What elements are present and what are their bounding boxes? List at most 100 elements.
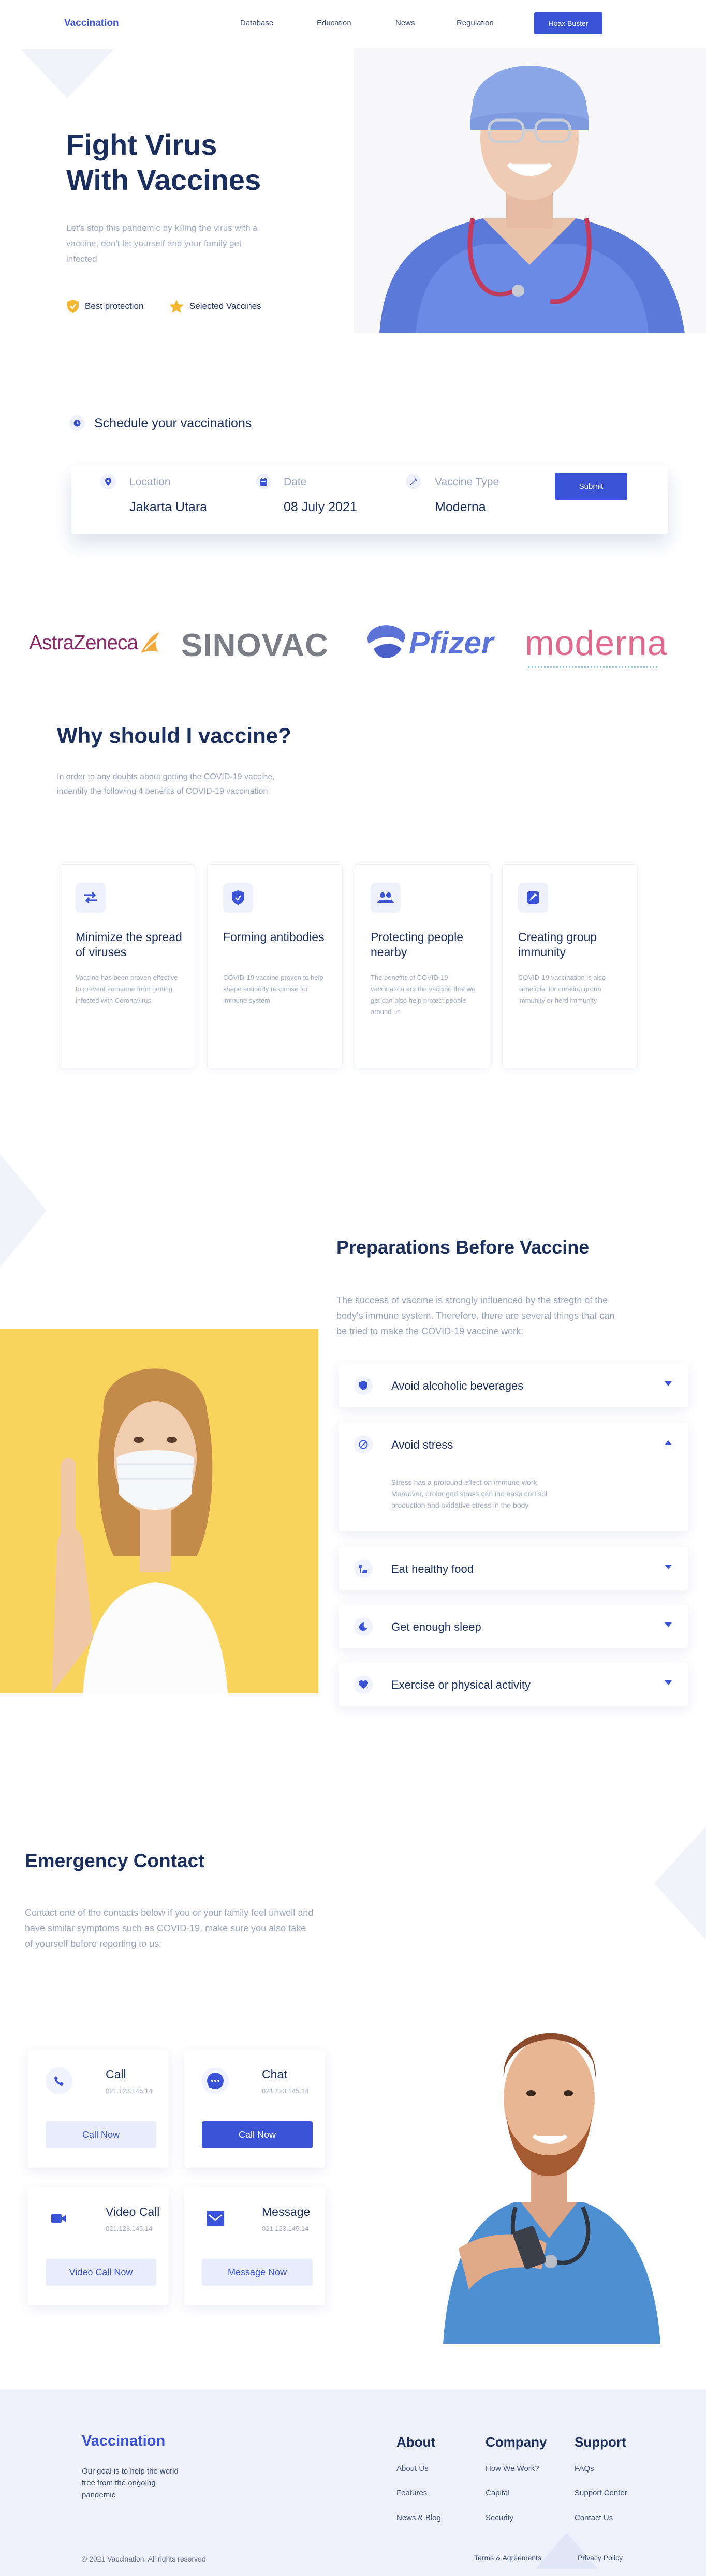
chevron-down-icon[interactable] [665, 1680, 672, 1685]
footer-copyright: © 2021 Vaccination. All rights reserved [82, 2555, 206, 2563]
shield-check-icon [67, 300, 79, 313]
footer-heading-about: About [396, 2434, 436, 2450]
contact-name: Call [106, 2067, 126, 2081]
footer-brand[interactable]: Vaccination [82, 2433, 165, 2450]
chevron-down-icon[interactable] [665, 1622, 672, 1627]
footer-link-how-we-work[interactable]: How We Work? [486, 2464, 539, 2473]
location-label: Location [129, 476, 171, 488]
hero-doctor-image [354, 48, 706, 333]
accordion-label: Avoid alcoholic beverages [391, 1379, 524, 1392]
contact-card-chat: Chat 021.123.145.14 Call Now [184, 2050, 325, 2168]
accordion-food[interactable]: Eat healthy food [339, 1547, 688, 1590]
accordion-detail: Stress has a profound effect on immune w… [391, 1478, 548, 1509]
star-icon [169, 300, 184, 313]
footer-link-contact-us[interactable]: Contact Us [575, 2513, 613, 2522]
benefit-title: Protecting people nearby [371, 930, 464, 959]
footer-heading-support: Support [575, 2434, 626, 2450]
people-icon [377, 892, 394, 903]
schedule-heading: Schedule your vaccinations [94, 415, 252, 430]
footer-link-capital[interactable]: Capital [486, 2489, 510, 2497]
contact-name: Message [262, 2205, 311, 2218]
accordion-label: Exercise or physical activity [391, 1678, 531, 1691]
decor-triangle [536, 2533, 598, 2569]
accordion-icon-wrap [354, 1675, 373, 1694]
doctor-illustration [354, 48, 706, 333]
contact-card-video: Video Call 021.123.145.14 Video Call Now [28, 2187, 169, 2305]
nav-database[interactable]: Database [240, 19, 273, 27]
accordion-stress[interactable]: Avoid stress Stress has a profound effec… [339, 1423, 688, 1531]
benefit-description: COVID-19 vaccine proven to help shape an… [223, 974, 323, 1004]
hero-title-line2: With Vaccines [66, 163, 261, 196]
chat-call-now-button[interactable]: Call Now [202, 2121, 313, 2148]
badge-best-protection: Best protection [66, 299, 143, 314]
accordion-icon-wrap [354, 1559, 373, 1578]
heart-icon [359, 1680, 368, 1689]
badge-label: Selected Vaccines [189, 301, 261, 311]
date-field[interactable]: Date 08 July 2021 [256, 474, 395, 526]
brand-logo[interactable]: Vaccination [64, 18, 119, 29]
hoax-buster-button[interactable]: Hoax Buster [534, 12, 602, 34]
footer-link-security[interactable]: Security [486, 2513, 513, 2522]
sinovac-logo-text: SINOVAC [181, 628, 329, 663]
vaccine-type-field[interactable]: Vaccine Type Moderna [406, 474, 556, 526]
location-pin-icon [105, 478, 111, 486]
benefit-title: Forming antibodies [223, 930, 325, 944]
contact-number: 021.123.145.14 [262, 2087, 309, 2095]
footer-heading-company: Company [486, 2434, 547, 2450]
nav-news[interactable]: News [395, 19, 415, 27]
message-now-button[interactable]: Message Now [202, 2259, 313, 2286]
benefit-description: The benefits of COVID-19 vaccination are… [371, 974, 476, 1016]
accordion-label: Avoid stress [391, 1438, 453, 1451]
partner-moderna: moderna [525, 623, 667, 668]
footer-link-news-blog[interactable]: News & Blog [396, 2513, 441, 2522]
schedule-form-card: Location Jakarta Utara Date 08 July 2021… [71, 466, 668, 534]
footer-link-privacy[interactable]: Privacy Policy [578, 2554, 623, 2562]
no-sign-icon [359, 1440, 368, 1449]
astrazeneca-swirl-icon [141, 632, 160, 653]
footer-link-features[interactable]: Features [396, 2489, 427, 2497]
hero-description: Let's stop this pandemic by killing the … [66, 223, 258, 264]
footer-link-terms[interactable]: Terms & Agreements [474, 2554, 541, 2562]
doctor-illustration [443, 2033, 660, 2344]
benefit-title: Minimize the spread of viruses [76, 930, 182, 959]
moon-icon [359, 1622, 367, 1631]
accordion-sleep[interactable]: Get enough sleep [339, 1605, 688, 1648]
submit-button[interactable]: Submit [555, 473, 627, 500]
contact-number: 021.123.145.14 [262, 2225, 309, 2232]
benefit-title: Creating group immunity [518, 930, 597, 959]
prep-title: Preparations Before Vaccine [336, 1237, 590, 1258]
nav-regulation[interactable]: Regulation [457, 19, 494, 27]
contact-icon-wrap [202, 2205, 229, 2232]
video-call-now-button[interactable]: Video Call Now [46, 2259, 156, 2286]
why-title: Why should I vaccine? [57, 723, 291, 748]
chevron-up-icon[interactable] [665, 1440, 672, 1445]
location-field[interactable]: Location Jakarta Utara [100, 474, 251, 526]
accordion-icon-wrap [354, 1435, 373, 1454]
location-icon-wrap [100, 474, 116, 489]
date-label: Date [284, 476, 307, 488]
nav-education[interactable]: Education [317, 19, 351, 27]
footer-link-faqs[interactable]: FAQs [575, 2464, 594, 2473]
benefit-card: Forming antibodies COVID-19 vaccine prov… [207, 864, 343, 1068]
accordion-exercise[interactable]: Exercise or physical activity [339, 1663, 688, 1706]
emergency-title: Emergency Contact [25, 1850, 205, 1871]
schedule-heading-row: Schedule your vaccinations [69, 415, 252, 431]
contact-number: 021.123.145.14 [106, 2225, 153, 2232]
why-description: In order to any doubts about getting the… [57, 772, 275, 796]
footer-link-support-center[interactable]: Support Center [575, 2489, 627, 2497]
phone-icon [54, 2076, 64, 2086]
chat-icon [207, 2073, 224, 2089]
call-now-button[interactable]: Call Now [46, 2121, 156, 2148]
badge-selected-vaccines: Selected Vaccines [169, 299, 261, 314]
pfizer-logo-text: Pfizer [409, 625, 494, 660]
footer-link-about-us[interactable]: About Us [396, 2464, 429, 2473]
contact-icon-wrap [202, 2067, 229, 2094]
chevron-down-icon[interactable] [665, 1381, 672, 1386]
accordion-alcohol[interactable]: Avoid alcoholic beverages [339, 1364, 688, 1407]
syringe-icon [409, 478, 417, 486]
benefit-card: Protecting people nearby The benefits of… [355, 864, 490, 1068]
vaccine-icon-wrap [406, 474, 421, 489]
chevron-down-icon[interactable] [665, 1565, 672, 1569]
woman-mask-illustration [0, 1329, 318, 1693]
accordion-label: Get enough sleep [391, 1620, 481, 1633]
